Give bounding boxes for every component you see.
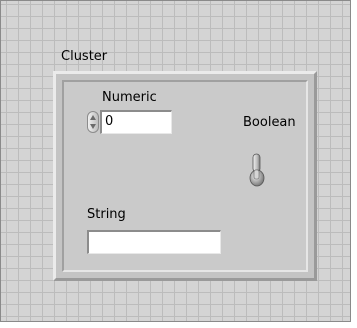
boolean-label: Boolean [243,115,296,130]
increment-arrow-icon[interactable] [90,115,96,120]
toggle-switch-icon[interactable] [248,153,266,187]
string-label: String [87,207,126,222]
front-panel: Cluster Numeric 0 Boolean String [0,0,351,322]
string-input[interactable] [87,230,221,254]
decrement-arrow-icon[interactable] [90,124,96,129]
numeric-input[interactable]: 0 [100,110,172,134]
numeric-label: Numeric [102,90,157,105]
increment-decrement-icon[interactable] [87,111,99,133]
cluster-label: Cluster [61,49,108,64]
cluster-container: Numeric 0 Boolean String [53,71,317,281]
